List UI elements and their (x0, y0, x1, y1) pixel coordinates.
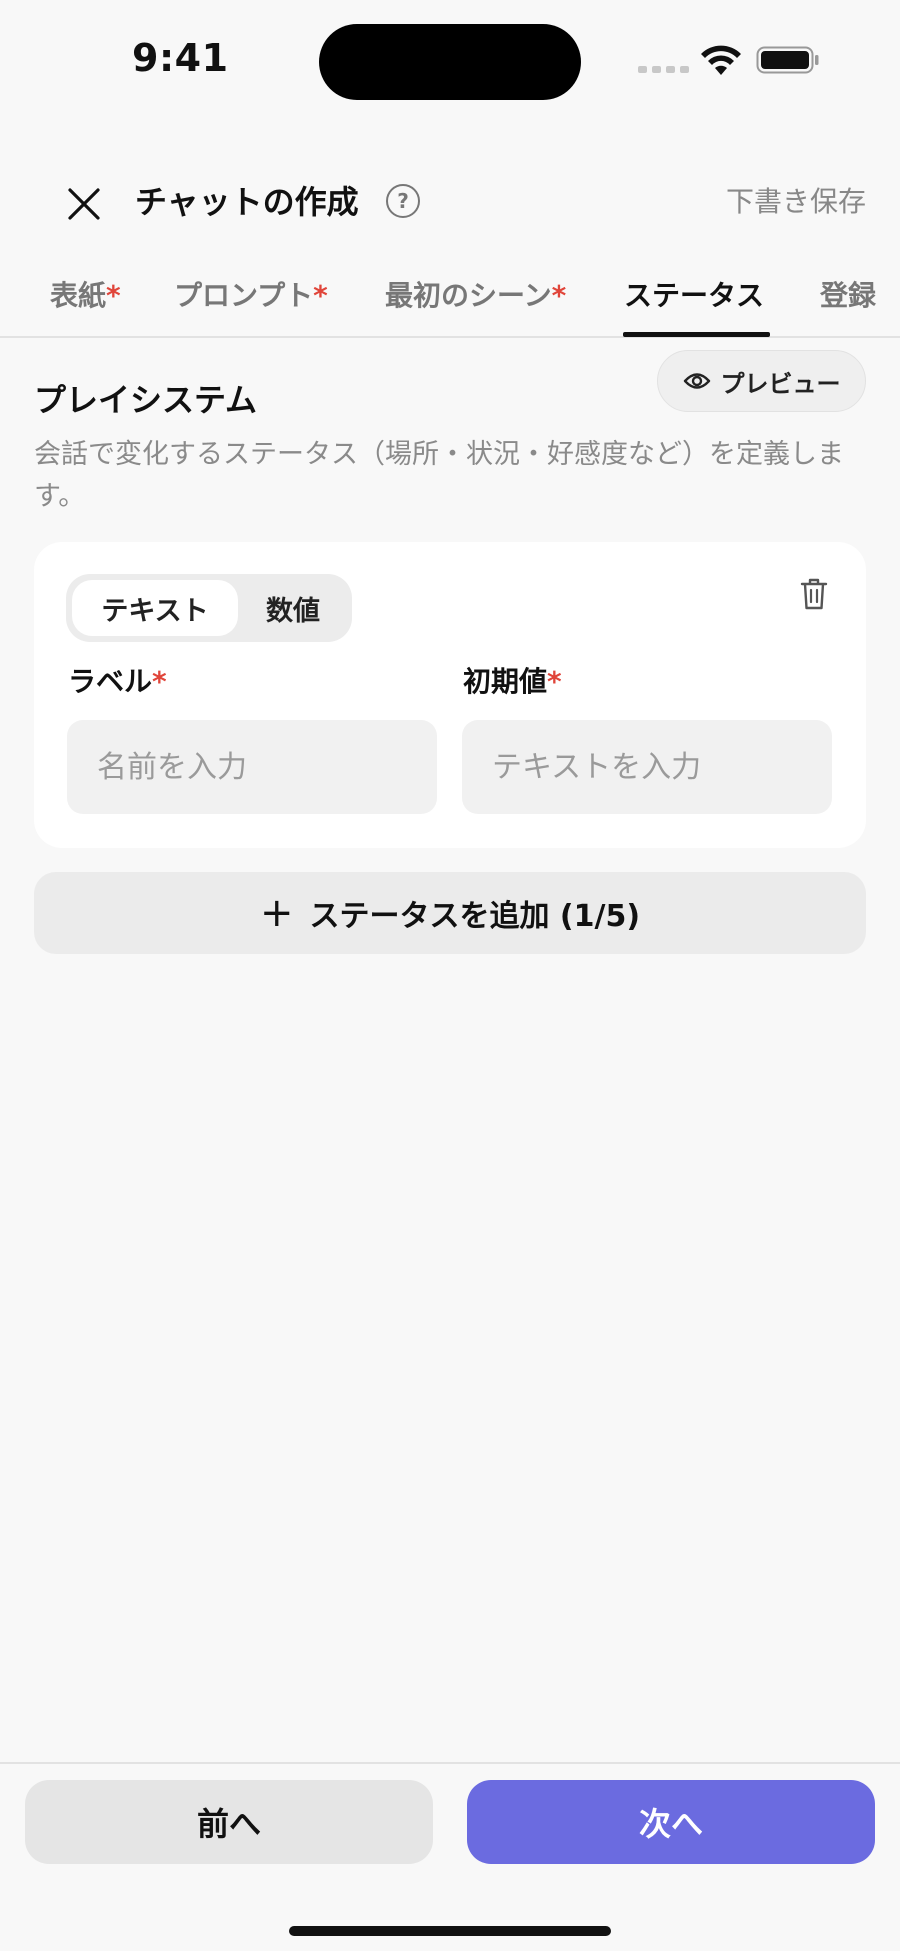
header: チャットの作成 ? 下書き保存 (0, 160, 900, 240)
label-text: 初期値 (463, 665, 548, 698)
tab-label: ステータス (624, 279, 765, 312)
required-mark: * (313, 279, 328, 312)
eye-icon (683, 373, 710, 389)
tab-status[interactable]: ステータス (624, 276, 764, 316)
required-mark: * (152, 665, 167, 698)
screen: 9:41 チャットの作成 ? 下書き保存 表紙* プロンプト* 最初のシーン* (0, 0, 900, 1951)
prev-button[interactable]: 前へ (25, 1780, 433, 1864)
preview-label: プレビュー (720, 369, 841, 398)
required-mark: * (106, 279, 121, 312)
tab-first-scene[interactable]: 最初のシーン* (385, 276, 566, 316)
required-mark: * (551, 279, 567, 312)
initial-value-field-label: 初期値* (463, 662, 562, 702)
active-tab-indicator (623, 332, 770, 337)
help-icon[interactable]: ? (386, 184, 420, 218)
trash-icon[interactable] (798, 576, 830, 612)
plus-icon: + (259, 890, 294, 936)
tab-label: プロンプト (174, 279, 314, 312)
status-card: テキスト 数値 ラベル* 初期値* (34, 542, 866, 848)
add-status-label: ステータスを追加 (1/5) (309, 899, 641, 934)
type-option-number[interactable]: 数値 (240, 580, 346, 636)
label-name-input[interactable] (67, 720, 437, 814)
status-time: 9:41 (132, 36, 229, 80)
add-status-button[interactable]: + ステータスを追加 (1/5) (34, 872, 866, 954)
tab-bar: 表紙* プロンプト* 最初のシーン* ステータス 登録 (0, 266, 900, 338)
draft-save-button[interactable]: 下書き保存 (726, 182, 866, 222)
label-field-label: ラベル* (68, 662, 167, 702)
wifi-icon (701, 45, 741, 75)
page-title: チャットの作成 (135, 183, 359, 221)
close-button[interactable] (60, 180, 108, 228)
battery-icon (756, 46, 819, 74)
required-mark: * (547, 665, 562, 698)
home-indicator (289, 1926, 611, 1936)
tab-label: 登録 (820, 279, 877, 312)
cellular-signal-icon (638, 66, 689, 73)
section-description: 会話で変化するステータス（場所・状況・好感度など）を定義します。 (34, 439, 844, 512)
tab-cover[interactable]: 表紙* (50, 276, 121, 316)
next-button[interactable]: 次へ (467, 1780, 875, 1864)
type-toggle: テキスト 数値 (66, 574, 352, 642)
close-icon (68, 188, 100, 220)
type-option-text[interactable]: テキスト (72, 580, 238, 636)
tab-register[interactable]: 登録 (820, 276, 876, 316)
footer-bar: 前へ 次へ (0, 1762, 900, 1951)
preview-button[interactable]: プレビュー (657, 350, 866, 412)
dynamic-island (319, 24, 581, 100)
section-title: プレイシステム (34, 381, 258, 419)
tab-prompt[interactable]: プロンプト* (174, 276, 328, 316)
status-bar: 9:41 (0, 0, 900, 120)
initial-value-input[interactable] (462, 720, 832, 814)
label-text: ラベル (68, 665, 153, 698)
tab-label: 表紙 (50, 279, 107, 312)
tab-label: 最初のシーン (385, 279, 552, 312)
